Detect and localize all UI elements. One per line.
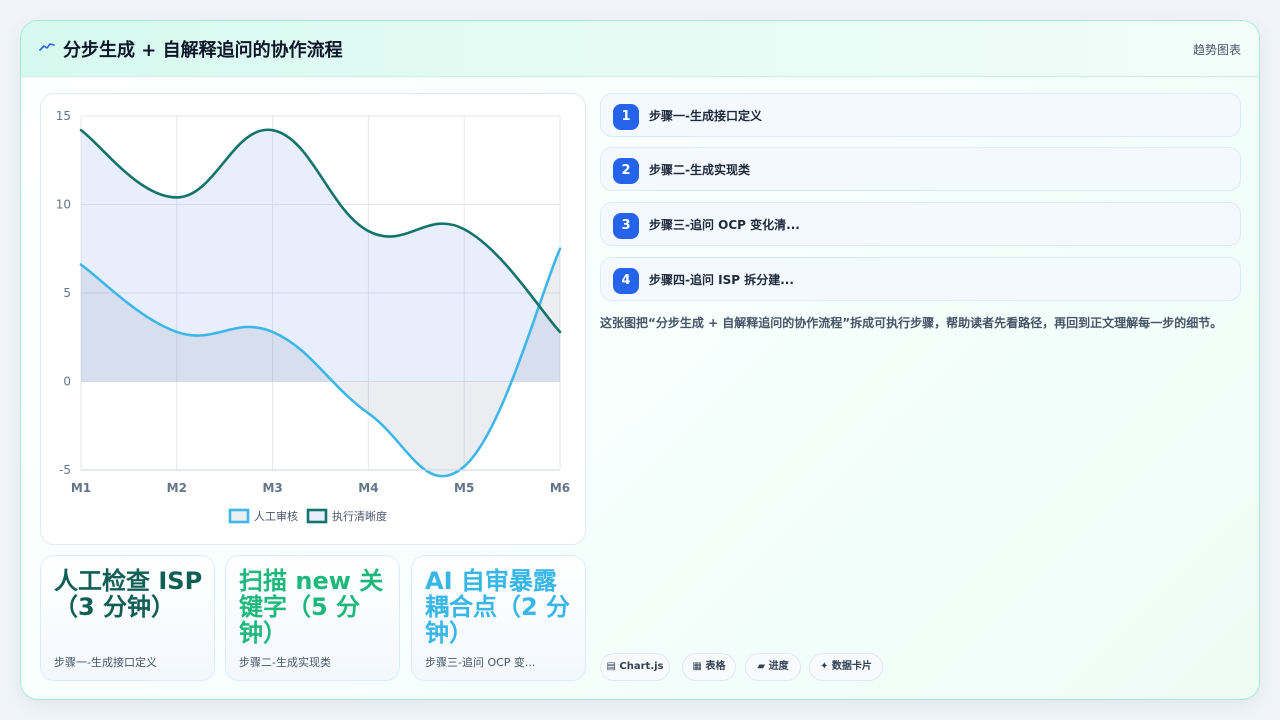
- step-item-3[interactable]: 3 步骤三-追问 OCP 变化清...: [600, 202, 1241, 246]
- y-tick-label: 5: [63, 286, 71, 300]
- chart-panel: -5 0 5 10 15 M1 M2 M3 M4 M5 M6 人工审核 执行清晰度: [40, 93, 586, 545]
- step-number: 2: [613, 158, 639, 184]
- stat-caption: 步骤三-追问 OCP 变...: [425, 656, 536, 669]
- x-tick-label: M2: [167, 481, 187, 495]
- legend-swatch: [228, 508, 250, 524]
- x-tick-label: M1: [71, 481, 91, 495]
- trend-icon: [39, 43, 55, 51]
- stat-caption: 步骤一-生成接口定义: [54, 656, 157, 669]
- legend-label: 人工审核: [254, 509, 298, 523]
- x-tick-label: M4: [358, 481, 378, 495]
- step-number: 1: [613, 104, 639, 130]
- chip-progress[interactable]: ▰ 进度: [745, 653, 801, 681]
- step-label: 步骤二-生成实现类: [649, 163, 750, 177]
- chip-table[interactable]: ▦ 表格: [682, 653, 736, 681]
- stat-value: 人工检查 ISP（3 分钟）: [54, 567, 203, 621]
- main-card: 分步生成 + 自解释追问的协作流程 趋势图表 -5 0 5 10 15 M1 M2 M3 M4 M…: [20, 20, 1260, 700]
- step-number: 4: [613, 268, 639, 294]
- legend-swatch: [306, 508, 328, 524]
- stat-card-3: AI 自审暴露耦合点（2 分钟） 步骤三-追问 OCP 变...: [411, 555, 586, 681]
- stat-value: 扫描 new 关键字（5 分钟）: [239, 567, 384, 647]
- stat-caption: 步骤二-生成实现类: [239, 656, 331, 669]
- step-item-2[interactable]: 2 步骤二-生成实现类: [600, 147, 1241, 191]
- x-tick-label: M6: [550, 481, 570, 495]
- page-title: 分步生成 + 自解释追问的协作流程: [63, 40, 343, 61]
- chip-data-card[interactable]: ✦ 数据卡片: [809, 653, 883, 681]
- stat-card-1: 人工检查 ISP（3 分钟） 步骤一-生成接口定义: [40, 555, 215, 681]
- stat-value: AI 自审暴露耦合点（2 分钟）: [425, 567, 571, 647]
- y-tick-label: 15: [56, 109, 71, 123]
- y-tick-label: 10: [56, 198, 71, 212]
- step-label: 步骤三-追问 OCP 变化清...: [649, 218, 800, 232]
- stat-card-2: 扫描 new 关键字（5 分钟） 步骤二-生成实现类: [225, 555, 400, 681]
- chip-chartjs[interactable]: ▤ Chart.js: [600, 653, 670, 681]
- x-tick-label: M5: [454, 481, 474, 495]
- step-item-1[interactable]: 1 步骤一-生成接口定义: [600, 93, 1241, 137]
- y-tick-label: -5: [59, 463, 71, 477]
- header: 分步生成 + 自解释追问的协作流程 趋势图表: [21, 21, 1259, 77]
- legend-label: 执行清晰度: [332, 509, 387, 523]
- step-item-4[interactable]: 4 步骤四-追问 ISP 拆分建...: [600, 257, 1241, 301]
- step-label: 步骤四-追问 ISP 拆分建...: [649, 273, 794, 287]
- line-chart: -5 0 5 10 15 M1 M2 M3 M4 M5 M6 人工审核 执行清晰度: [56, 109, 570, 524]
- step-label: 步骤一-生成接口定义: [649, 109, 762, 123]
- x-tick-label: M3: [262, 481, 282, 495]
- y-tick-label: 0: [63, 375, 71, 389]
- chart-type-label: 趋势图表: [1192, 43, 1241, 57]
- step-number: 3: [613, 213, 639, 239]
- chart-description: 这张图把“分步生成 + 自解释追问的协作流程”拆成可执行步骤，帮助读者先看路径，…: [600, 316, 1223, 330]
